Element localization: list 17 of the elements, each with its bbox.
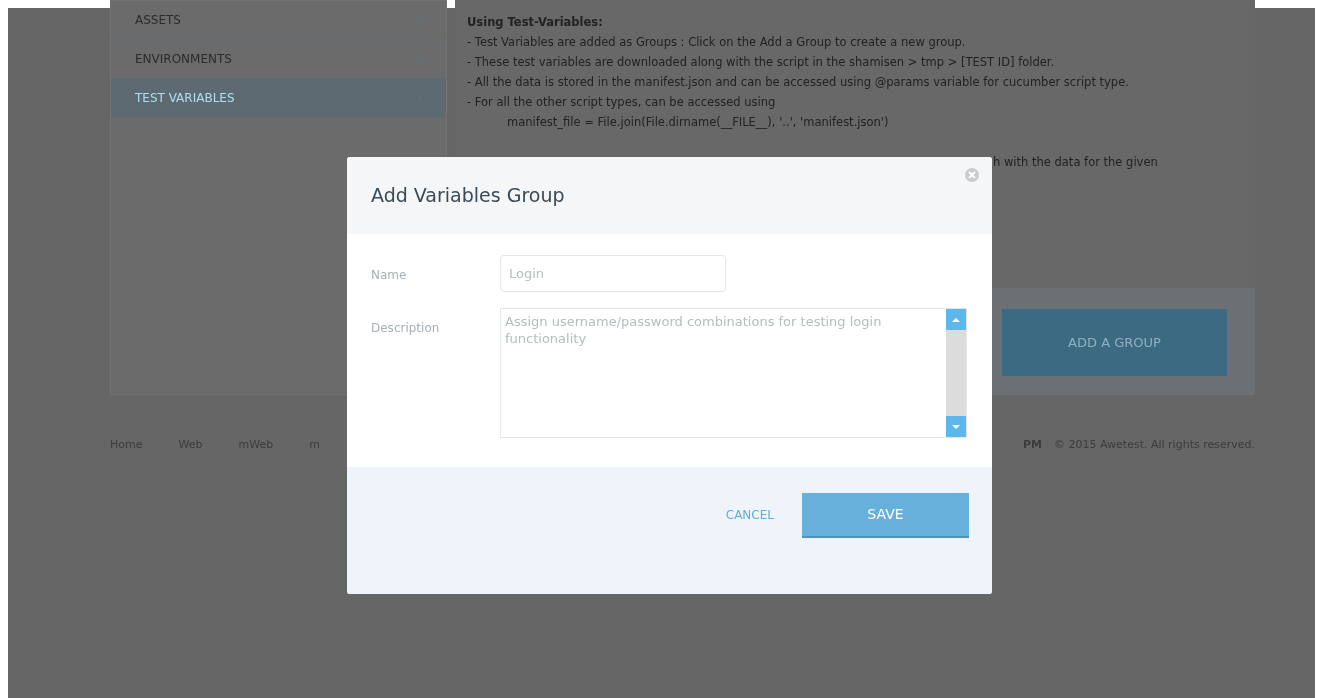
dialog-title: Add Variables Group bbox=[371, 183, 565, 209]
name-field[interactable]: Login bbox=[500, 255, 726, 292]
close-icon[interactable] bbox=[964, 167, 980, 183]
help-line: manifest_file = File.join(File.dirname(__FILE__), '..', 'manifest.json') bbox=[506, 114, 890, 131]
help-line: - For all the other script types, can be accessed using bbox=[467, 94, 777, 111]
help-line: - All the data is stored in the manifest.json and can be accessed using @params variable for cucumber script type. bbox=[467, 74, 1130, 91]
sidebar-item[interactable]: ASSETS bbox=[111, 1, 446, 40]
help-line: - Test Variables are added as Groups : Click on the Add a Group to create a new group. bbox=[467, 34, 967, 51]
help-heading: Using Test-Variables: bbox=[467, 14, 604, 31]
cancel-button[interactable]: CANCEL bbox=[725, 493, 774, 536]
field-label: Name bbox=[371, 267, 408, 284]
help-line: - These test variables are downloaded along with the script in the shamisen > tmp > [TEST ID] folder. bbox=[467, 54, 1056, 71]
help-line: h with the data for the given bbox=[992, 154, 1159, 171]
sidebar-item[interactable]: TEST VARIABLES bbox=[111, 79, 446, 118]
field-label: Description bbox=[371, 320, 441, 337]
save-button[interactable]: SAVE bbox=[802, 493, 969, 536]
add-group-button[interactable]: ADD A GROUP bbox=[1002, 309, 1227, 376]
